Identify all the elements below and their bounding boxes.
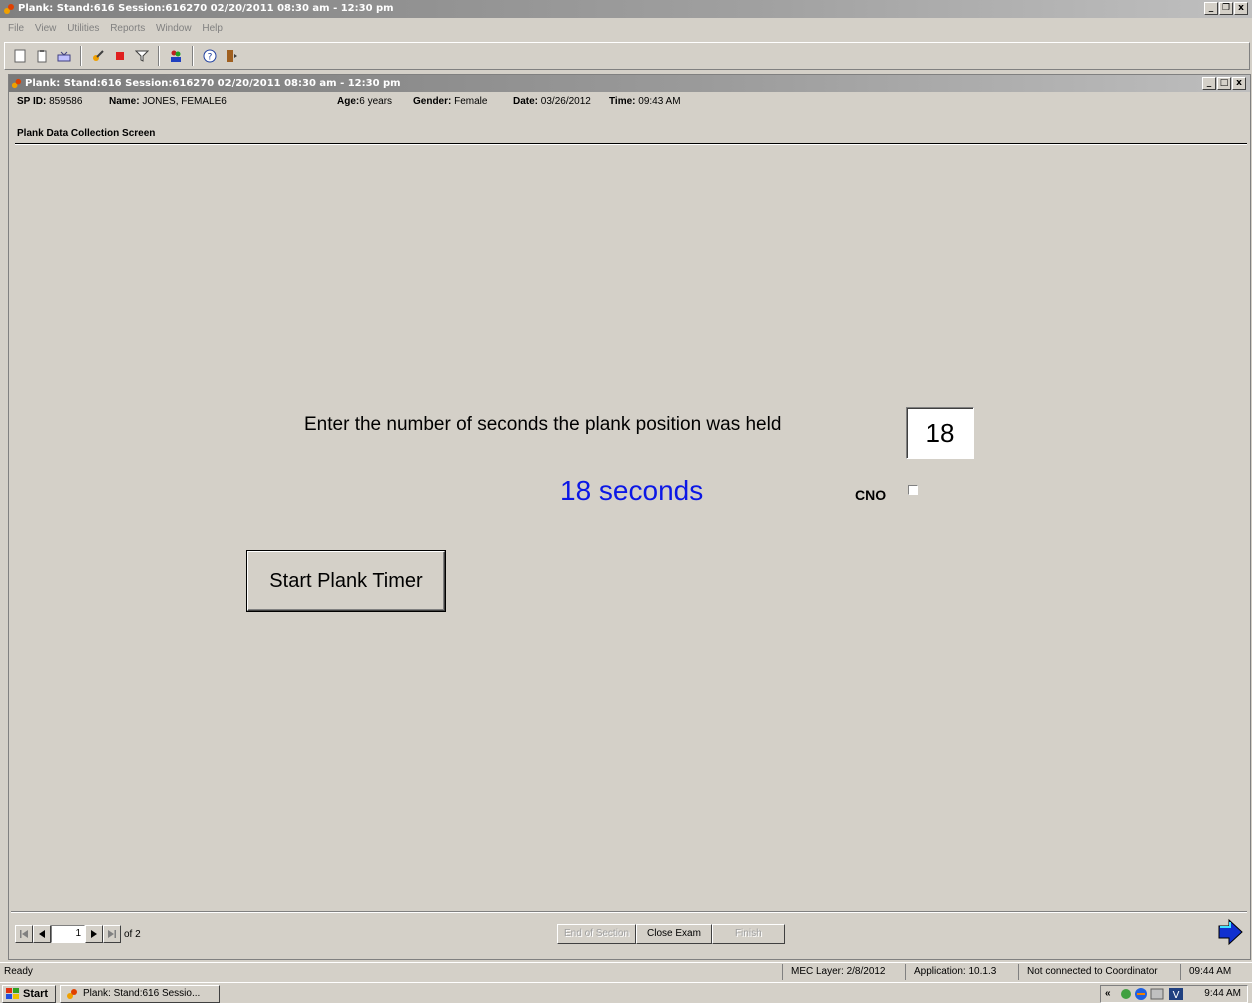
first-page-icon — [20, 930, 28, 938]
doc-close-button[interactable]: x — [1232, 77, 1246, 90]
last-page-icon — [108, 930, 116, 938]
status-coordinator: Not connected to Coordinator — [1018, 964, 1158, 980]
menu-window[interactable]: Window — [156, 23, 192, 34]
document-title: Plank: Stand:616 Session:616270 02/20/20… — [25, 78, 401, 89]
system-tray: « V 9:44 AM — [1100, 985, 1248, 1003]
time-value: 09:43 AM — [638, 96, 681, 107]
close-exam-button[interactable]: Close Exam — [636, 924, 712, 944]
app-window-controls: _ ❐ x — [1204, 2, 1248, 15]
toolbar-separator — [80, 46, 82, 66]
filter-icon[interactable] — [133, 47, 151, 65]
last-page-button[interactable] — [103, 925, 121, 943]
stop-icon[interactable] — [111, 47, 129, 65]
document-logo-icon — [11, 78, 22, 89]
task-label: Plank: Stand:616 Sessio... — [83, 988, 201, 999]
document-titlebar: Plank: Stand:616 Session:616270 02/20/20… — [9, 75, 1250, 92]
toolbar-separator — [158, 46, 160, 66]
prev-page-button[interactable] — [33, 925, 51, 943]
cno-label: CNO — [855, 487, 887, 503]
prev-page-icon — [39, 930, 45, 938]
gender-label: Gender: — [413, 96, 452, 107]
clipboard-icon[interactable] — [33, 47, 51, 65]
taskbar: Start Plank: Stand:616 Sessio... « V 9:4… — [0, 982, 1252, 1003]
help-icon[interactable]: ? — [201, 47, 219, 65]
status-ready: Ready — [4, 966, 33, 977]
start-label: Start — [23, 988, 49, 1000]
sp-id-label: SP ID: — [17, 96, 47, 107]
app-logo-icon — [4, 4, 14, 14]
edit-icon[interactable] — [89, 47, 107, 65]
doc-maximize-button[interactable]: □ — [1217, 77, 1231, 90]
next-arrow-icon[interactable] — [1215, 917, 1245, 947]
gender-value: Female — [454, 96, 488, 107]
document-window-controls: _ □ x — [1202, 77, 1246, 90]
date-value: 03/26/2012 — [540, 96, 591, 107]
first-page-button[interactable] — [15, 925, 33, 943]
tray-clock: 9:44 AM — [1204, 988, 1241, 999]
name-label: Name: — [109, 96, 140, 107]
menu-view[interactable]: View — [35, 23, 57, 34]
new-icon[interactable] — [11, 47, 29, 65]
menu-reports[interactable]: Reports — [110, 23, 145, 34]
end-of-section-button[interactable]: End of Section — [557, 924, 637, 944]
svg-text:?: ? — [208, 53, 213, 63]
pager: 1 of 2 — [15, 923, 141, 945]
finish-button[interactable]: Finish — [711, 924, 785, 944]
age-field: Age:6 years — [337, 96, 392, 107]
taskbar-item-plank[interactable]: Plank: Stand:616 Sessio... — [60, 985, 220, 1003]
footer-divider — [11, 911, 1247, 913]
people-icon[interactable] — [167, 47, 185, 65]
menu-help[interactable]: Help — [202, 23, 223, 34]
menu-bar: File View Utilities Reports Window Help — [0, 18, 1252, 42]
next-page-button[interactable] — [85, 925, 103, 943]
seconds-input[interactable]: 18 — [906, 407, 974, 459]
header-divider — [15, 143, 1247, 145]
seconds-prompt: Enter the number of seconds the plank po… — [304, 414, 782, 435]
date-field: Date: 03/26/2012 — [513, 96, 591, 107]
menu-utilities[interactable]: Utilities — [67, 23, 99, 34]
page-number-input[interactable]: 1 — [51, 925, 85, 943]
page-count: of 2 — [124, 928, 141, 940]
app-titlebar: Plank: Stand:616 Session:616270 02/20/20… — [0, 0, 1252, 18]
minimize-button[interactable]: _ — [1204, 2, 1218, 15]
next-page-icon — [91, 930, 97, 938]
tray-icons: V — [1121, 988, 1183, 1001]
age-value: 6 years — [359, 96, 393, 107]
sp-id-value: 859586 — [49, 96, 83, 107]
task-logo-icon — [67, 989, 77, 999]
status-time: 09:44 AM — [1180, 964, 1231, 980]
exam-buttons: End of Section Close Exam Finish — [557, 924, 785, 944]
time-field: Time: 09:43 AM — [609, 96, 681, 107]
sp-id-field: SP ID: 859586 — [17, 96, 82, 107]
name-field: Name: JONES, FEMALE6 — [109, 96, 227, 107]
start-button[interactable]: Start — [2, 985, 56, 1003]
date-label: Date: — [513, 96, 539, 107]
screen-title: Plank Data Collection Screen — [17, 128, 156, 139]
toolbar-separator — [192, 46, 194, 66]
name-value: JONES, FEMALE6 — [142, 96, 227, 107]
exit-icon[interactable] — [223, 47, 241, 65]
svg-text:V: V — [1173, 990, 1180, 1001]
status-bar: Ready MEC Layer: 2/8/2012 Application: 1… — [0, 962, 1252, 980]
age-label: Age: — [337, 96, 360, 107]
close-button[interactable]: x — [1234, 2, 1248, 15]
doc-minimize-button[interactable]: _ — [1202, 77, 1216, 90]
restore-button[interactable]: ❐ — [1219, 2, 1233, 15]
app-title: Plank: Stand:616 Session:616270 02/20/20… — [18, 3, 394, 14]
gender-field: Gender: Female — [413, 96, 487, 107]
seconds-display: 18 seconds — [560, 475, 704, 506]
inbox-icon[interactable] — [55, 47, 73, 65]
participant-info: SP ID: 859586 Name: JONES, FEMALE6 Age:6… — [17, 96, 1247, 112]
status-application: Application: 10.1.3 — [905, 964, 996, 980]
tray-expand-icon[interactable]: « — [1105, 986, 1111, 1002]
time-label: Time: — [609, 96, 636, 107]
start-plank-timer-button[interactable]: Start Plank Timer — [247, 551, 445, 611]
status-mec-layer: MEC Layer: 2/8/2012 — [782, 964, 886, 980]
toolbar: ? — [4, 42, 1250, 70]
document-window: Plank: Stand:616 Session:616270 02/20/20… — [8, 74, 1251, 960]
menu-file[interactable]: File — [8, 23, 24, 34]
cno-checkbox[interactable] — [908, 485, 918, 495]
windows-flag-icon — [6, 988, 19, 999]
